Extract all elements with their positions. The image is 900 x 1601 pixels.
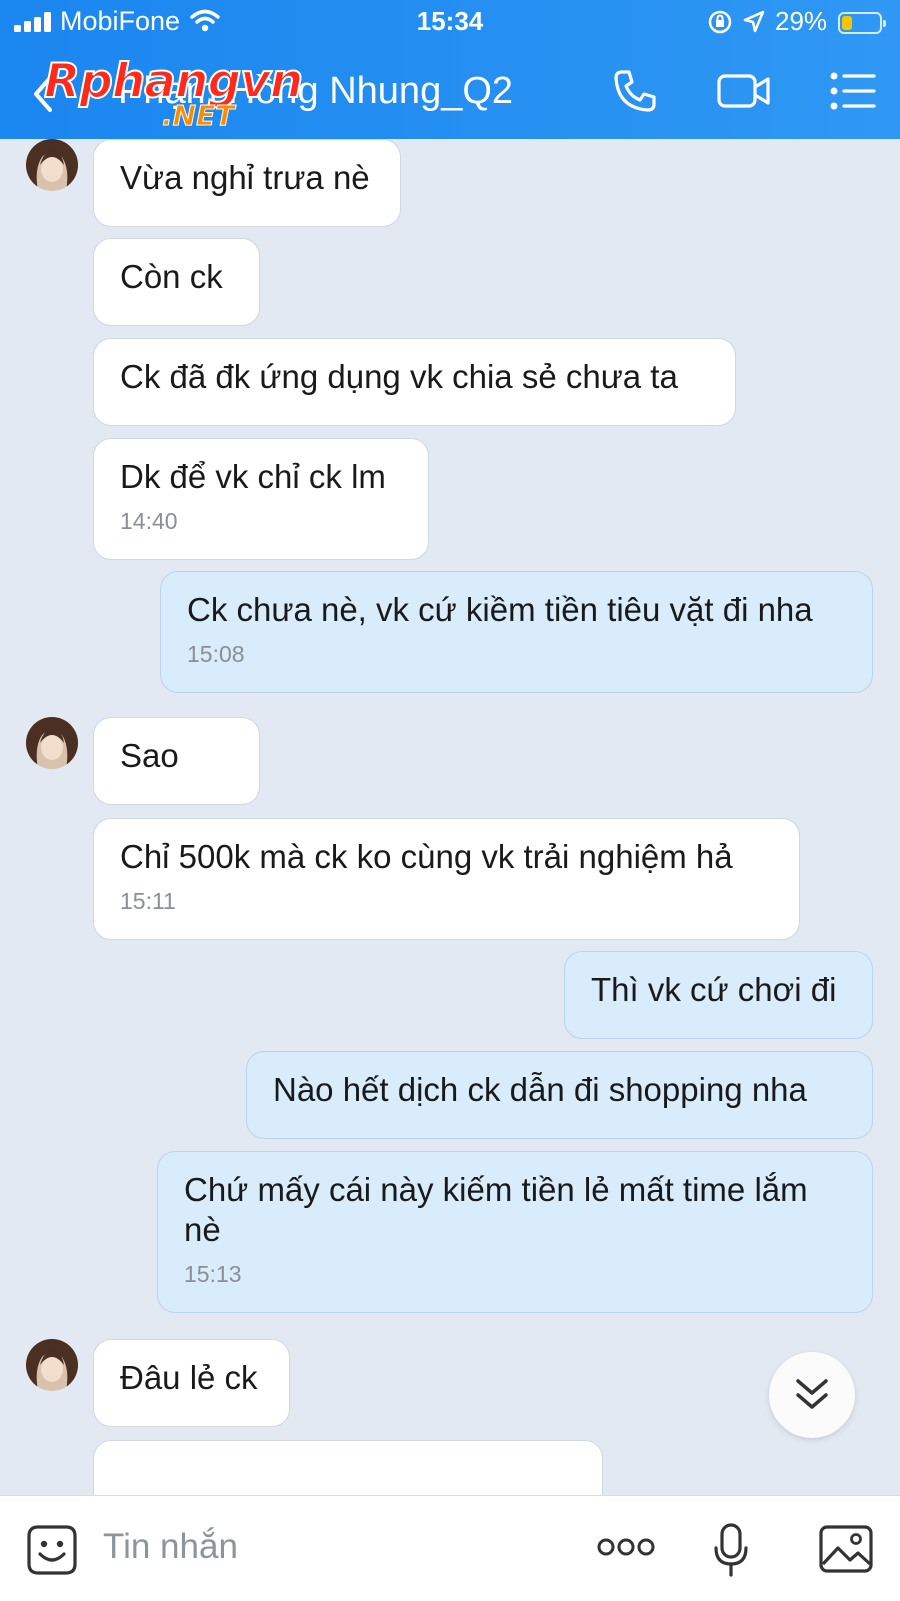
microphone-icon[interactable] bbox=[712, 1522, 750, 1578]
chat-header: Phạm Hồng Nhung_Q2 Rphangvn .NET bbox=[0, 52, 900, 136]
sticker-icon[interactable] bbox=[26, 1524, 78, 1576]
outgoing-message-bubble[interactable]: Nào hết dịch ck dẫn đi shopping nha bbox=[246, 1051, 873, 1139]
contact-avatar[interactable] bbox=[26, 1339, 78, 1391]
message-timestamp: 14:40 bbox=[120, 508, 178, 534]
message-list[interactable]: Vừa nghỉ trưa nè Còn ck Ck đã đk ứng dụng … bbox=[0, 139, 900, 1495]
watermark-logo: Rphangvn .NET bbox=[43, 54, 304, 130]
message-timestamp: 15:08 bbox=[187, 641, 245, 667]
message-text: Sao bbox=[120, 737, 179, 774]
image-icon[interactable] bbox=[818, 1524, 874, 1574]
incoming-message-bubble[interactable]: Đâu lẻ ck bbox=[93, 1339, 290, 1427]
message-timestamp: 15:11 bbox=[120, 888, 176, 914]
incoming-message-bubble[interactable]: Ck đã đk ứng dụng vk chia sẻ chưa ta bbox=[93, 338, 736, 426]
battery-level bbox=[842, 16, 852, 30]
contact-avatar[interactable] bbox=[26, 717, 78, 769]
message-text: Chứ mấy cái này kiếm tiền lẻ mất time lắ… bbox=[184, 1171, 817, 1248]
message-timestamp: 15:13 bbox=[184, 1261, 242, 1287]
watermark-suffix: .NET bbox=[161, 99, 235, 132]
incoming-message-bubble[interactable]: Còn ck bbox=[93, 238, 260, 326]
status-bar: MobiFone 15:34 29% bbox=[0, 0, 900, 46]
message-text: Vừa nghỉ trưa nè bbox=[120, 159, 370, 196]
rotation-lock-icon bbox=[708, 10, 732, 34]
incoming-message-bubble[interactable]: Dk để vk chỉ ck lm 14:40 bbox=[93, 438, 429, 560]
message-text: Ck đã đk ứng dụng vk chia sẻ chưa ta bbox=[120, 358, 678, 395]
composer-bar: Tin nhắn bbox=[0, 1495, 900, 1601]
message-text: Thì vk cứ chơi đi bbox=[591, 971, 837, 1008]
contact-avatar[interactable] bbox=[26, 139, 78, 191]
message-text: Đâu lẻ ck bbox=[120, 1359, 258, 1396]
outgoing-message-bubble[interactable]: Thì vk cứ chơi đi bbox=[564, 951, 873, 1039]
incoming-message-bubble[interactable]: Vừa nghỉ trưa nè bbox=[93, 139, 401, 227]
outgoing-message-bubble[interactable]: Chứ mấy cái này kiếm tiền lẻ mất time lắ… bbox=[157, 1151, 873, 1313]
top-bar: MobiFone 15:34 29% Phạm Hồng Nhung_Q2 Rp… bbox=[0, 0, 900, 139]
list-menu-icon[interactable] bbox=[829, 68, 877, 114]
message-text: Nào hết dịch ck dẫn đi shopping nha bbox=[273, 1071, 807, 1108]
video-camera-icon[interactable] bbox=[716, 68, 772, 114]
message-text: Dk để vk chỉ ck lm bbox=[120, 458, 386, 495]
incoming-message-bubble[interactable] bbox=[93, 1440, 603, 1495]
location-arrow-icon bbox=[743, 10, 765, 33]
battery-icon bbox=[838, 12, 886, 34]
message-text: Còn ck bbox=[120, 258, 223, 295]
message-text: Chỉ 500k mà ck ko cùng vk trải nghiệm hả bbox=[120, 838, 733, 875]
phone-icon[interactable] bbox=[612, 68, 658, 114]
more-dots-icon[interactable] bbox=[596, 1536, 656, 1558]
incoming-message-bubble[interactable]: Chỉ 500k mà ck ko cùng vk trải nghiệm hả… bbox=[93, 818, 800, 940]
double-chevron-down-icon bbox=[796, 1379, 828, 1409]
message-text: Ck chưa nè, vk cứ kiềm tiền tiêu vặt đi … bbox=[187, 591, 813, 628]
incoming-message-bubble[interactable]: Sao bbox=[93, 717, 260, 805]
message-input[interactable]: Tin nhắn bbox=[103, 1527, 238, 1567]
outgoing-message-bubble[interactable]: Ck chưa nè, vk cứ kiềm tiền tiêu vặt đi … bbox=[160, 571, 873, 693]
battery-percent: 29% bbox=[775, 6, 828, 36]
scroll-to-bottom-button[interactable] bbox=[769, 1352, 855, 1438]
watermark-text: Rphangvn bbox=[43, 54, 304, 109]
